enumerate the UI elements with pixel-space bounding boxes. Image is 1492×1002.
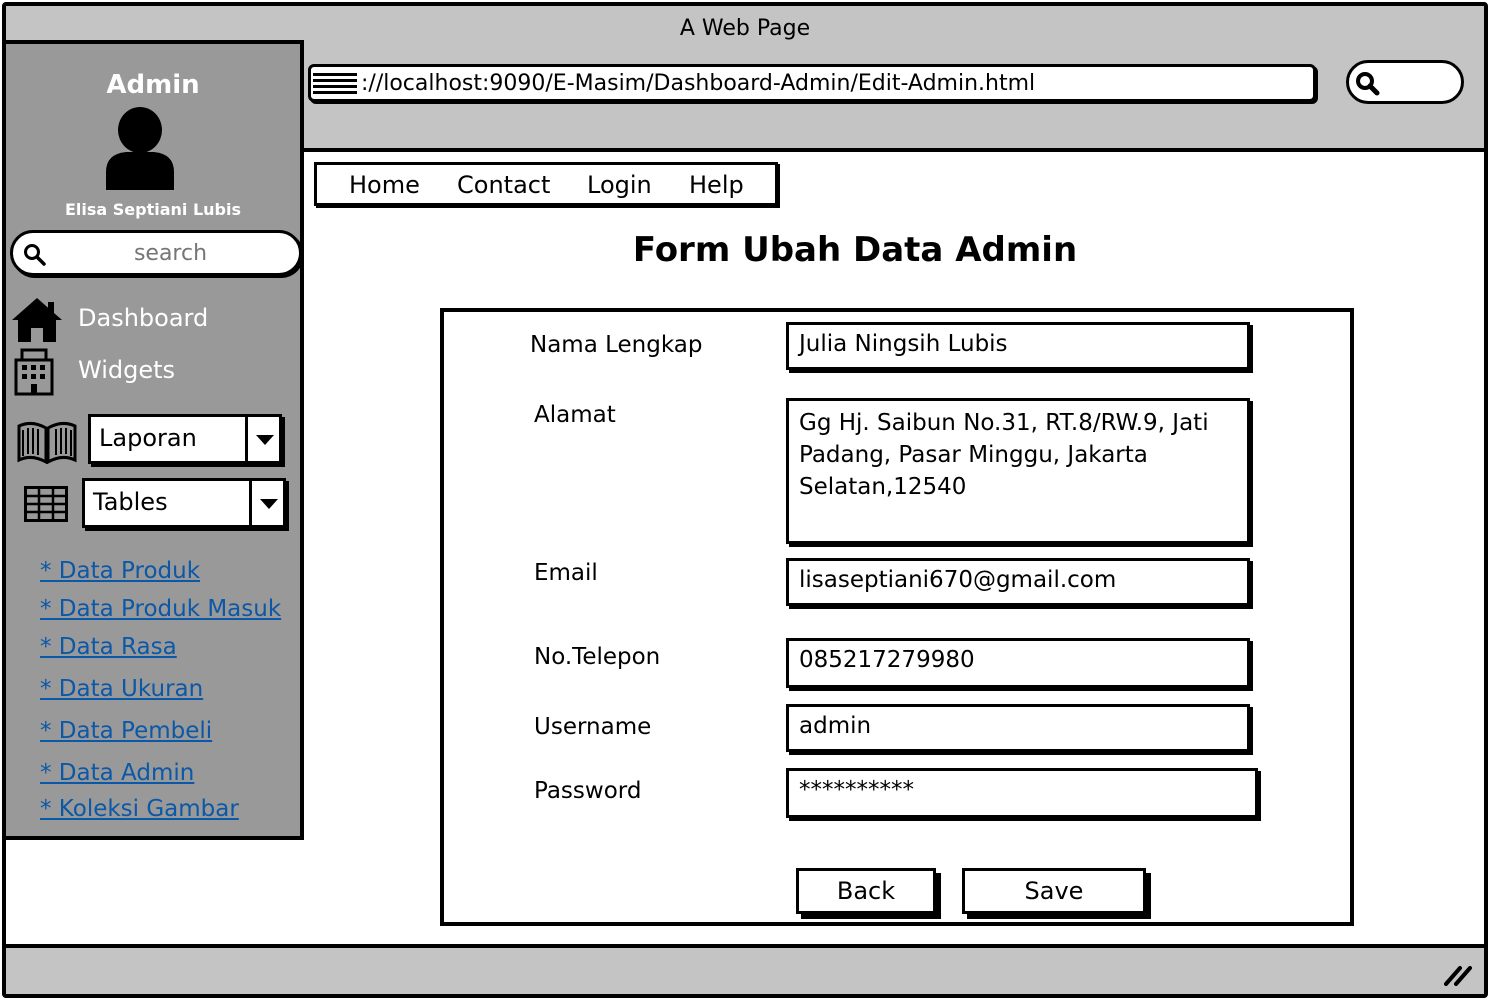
- window-title: A Web Page: [679, 16, 811, 41]
- label-password: Password: [534, 778, 642, 804]
- top-menu: Home Contact Login Help: [314, 162, 778, 206]
- password-field[interactable]: **********: [786, 768, 1258, 818]
- page-title: Form Ubah Data Admin: [632, 230, 1078, 270]
- building-icon: [14, 348, 54, 396]
- label-alamat: Alamat: [534, 402, 616, 428]
- url-scheme-redacted: [313, 73, 357, 95]
- link-data-pembeli[interactable]: * Data Pembeli: [40, 718, 212, 744]
- laporan-dropdown[interactable]: Laporan: [88, 414, 282, 464]
- menu-help[interactable]: Help: [689, 171, 744, 199]
- user-avatar-icon: [106, 107, 174, 190]
- link-data-rasa[interactable]: * Data Rasa: [40, 634, 177, 660]
- link-data-produk[interactable]: * Data Produk: [40, 558, 200, 584]
- menu-contact[interactable]: Contact: [457, 171, 550, 199]
- menu-home[interactable]: Home: [349, 171, 420, 199]
- chevron-down-icon[interactable]: [249, 481, 283, 525]
- sidebar-search[interactable]: [10, 230, 302, 276]
- sidebar-search-input[interactable]: [53, 235, 288, 271]
- sidebar: Admin Elisa Septiani Lubis Dashboard W: [2, 40, 304, 840]
- sidebar-item-widgets[interactable]: Widgets: [6, 348, 302, 396]
- table-icon: [24, 486, 68, 522]
- chevron-down-icon[interactable]: [245, 417, 279, 461]
- alamat-field[interactable]: Gg Hj. Saibun No.31, RT.8/RW.9, Jati Pad…: [786, 398, 1250, 544]
- label-username: Username: [534, 714, 652, 740]
- browser-search-button[interactable]: [1346, 60, 1464, 104]
- status-bar: [6, 944, 1484, 994]
- link-koleksi-gambar[interactable]: * Koleksi Gambar: [40, 796, 239, 822]
- search-icon: [24, 244, 46, 266]
- home-icon: [12, 298, 62, 342]
- book-icon: [17, 421, 77, 464]
- user-name: Elisa Septiani Lubis: [64, 200, 242, 219]
- url-text: ://localhost:9090/E-Masim/Dashboard-Admi…: [361, 71, 1036, 96]
- nama-lengkap-field[interactable]: Julia Ningsih Lubis: [786, 322, 1250, 370]
- search-icon: [1356, 72, 1380, 96]
- url-field[interactable]: ://localhost:9090/E-Masim/Dashboard-Admi…: [308, 64, 1316, 102]
- link-data-ukuran[interactable]: * Data Ukuran: [40, 676, 203, 702]
- label-no-telepon: No.Telepon: [534, 644, 661, 670]
- label-nama-lengkap: Nama Lengkap: [530, 332, 703, 358]
- username-field[interactable]: admin: [786, 704, 1250, 752]
- sidebar-title: Admin: [106, 70, 200, 100]
- no-telepon-field[interactable]: 085217279980: [786, 638, 1250, 688]
- label-email: Email: [534, 560, 598, 586]
- sidebar-item-label: Widgets: [78, 356, 176, 384]
- link-data-produk-masuk[interactable]: * Data Produk Masuk: [40, 596, 281, 622]
- save-button[interactable]: Save: [962, 868, 1146, 914]
- back-button[interactable]: Back: [796, 868, 936, 914]
- link-data-admin[interactable]: * Data Admin: [40, 760, 194, 786]
- sidebar-item-label: Dashboard: [78, 304, 209, 332]
- dropdown-label: Tables: [93, 488, 168, 516]
- tables-dropdown[interactable]: Tables: [82, 478, 286, 528]
- sidebar-item-dashboard[interactable]: Dashboard: [6, 296, 302, 342]
- menu-login[interactable]: Login: [587, 171, 652, 199]
- email-field[interactable]: lisaseptiani670@gmail.com: [786, 558, 1250, 606]
- resize-grip-icon[interactable]: [1442, 962, 1472, 986]
- edit-admin-form: Nama Lengkap Julia Ningsih Lubis Alamat …: [440, 308, 1354, 926]
- dropdown-label: Laporan: [99, 424, 197, 452]
